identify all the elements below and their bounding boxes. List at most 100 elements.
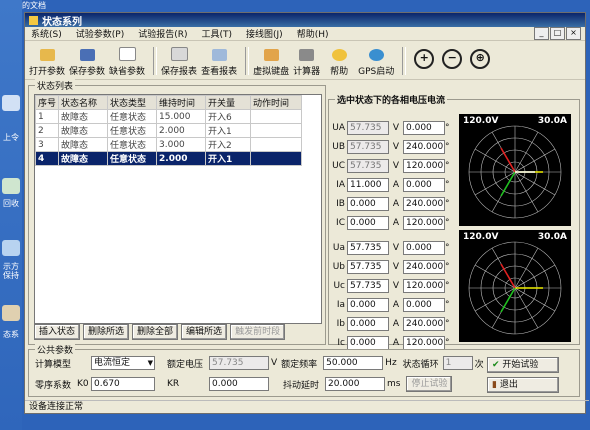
desktop-icon-3[interactable] [2, 240, 20, 256]
zoom-out-icon[interactable]: − [442, 49, 463, 69]
state-table-container: 序号 状态名称 状态类型 维持时间 开关量 动作时间 1 故障态 任意状态 15… [34, 94, 322, 324]
open-params-button[interactable]: 打开参数 [29, 45, 65, 77]
cell-switch: 开入1 [205, 123, 252, 138]
state-buttons: 插入状态 删除所选 删除全部 编辑所选 触发前时段 [34, 324, 286, 340]
angle-unit: ° [445, 199, 450, 209]
menu-bar: 系统(S) 试验参数(P) 试验报告(R) 工具(T) 接线图(J) 帮助(H) [25, 27, 585, 41]
angle-input[interactable]: 240.000 [403, 197, 445, 211]
magnitude-input[interactable]: 0.000 [347, 317, 389, 331]
close-button[interactable]: × [566, 27, 581, 40]
angle-input[interactable]: 120.000 [403, 336, 445, 350]
menu-system[interactable]: 系统(S) [31, 27, 62, 40]
state-table-header: 序号 状态名称 状态类型 维持时间 开关量 动作时间 [34, 95, 303, 110]
magnitude-input[interactable]: 57.735 [347, 121, 389, 135]
help-button[interactable]: 帮助 [330, 45, 348, 77]
kr-input[interactable]: 0.000 [209, 377, 269, 391]
table-row[interactable]: 3 故障态 任意状态 3.000 开入2 [34, 137, 303, 152]
menu-test-report[interactable]: 试验报告(R) [138, 27, 187, 40]
cell-index: 3 [34, 137, 60, 152]
magnitude-input[interactable]: 57.735 [347, 260, 389, 274]
zoom-in-icon[interactable]: + [414, 49, 435, 69]
exit-label: 退出 [499, 380, 518, 390]
desktop-label-1: 上令 [3, 133, 19, 142]
phasor-label: Ub [332, 262, 345, 272]
rated-v-input[interactable]: 57.735 [209, 356, 269, 370]
delete-all-button[interactable]: 删除全部 [132, 324, 179, 340]
cell-action-time [250, 137, 303, 152]
magnitude-input[interactable]: 0.000 [347, 216, 389, 230]
calc-model-select[interactable]: 电流恒定 ▼ [91, 356, 155, 370]
angle-input[interactable]: 0.000 [403, 298, 445, 312]
debounce-input[interactable]: 20.000 [325, 377, 385, 391]
angle-input[interactable]: 0.000 [403, 121, 445, 135]
menu-test-params[interactable]: 试验参数(P) [76, 27, 124, 40]
phasor-label: UB [332, 142, 345, 152]
magnitude-input[interactable]: 0.000 [347, 197, 389, 211]
scale-a-2: 30.0A [537, 232, 567, 242]
k0-input[interactable]: 0.670 [91, 377, 155, 391]
table-row[interactable]: 1 故障态 任意状态 15.000 开入6 [34, 109, 303, 124]
insert-state-button[interactable]: 插入状态 [34, 324, 81, 340]
report-icon [170, 47, 188, 61]
save-params-label: 保存参数 [69, 67, 106, 77]
magnitude-unit: V [392, 243, 400, 253]
phasor-row: IB 0.000 A 240.000 ° [331, 196, 459, 212]
desktop-icon-1[interactable] [2, 95, 20, 111]
loop-input[interactable]: 1 [442, 356, 473, 370]
view-report-button[interactable]: 查看报表 [201, 45, 237, 77]
maximize-button[interactable]: □ [550, 27, 565, 40]
magnitude-input[interactable]: 57.735 [347, 159, 389, 173]
desktop-top-text: 的文档 [22, 1, 46, 10]
virtual-keyboard-button[interactable]: 虚拟键盘 [253, 45, 289, 77]
stop-test-button[interactable]: 停止试验 [406, 376, 453, 392]
menu-help[interactable]: 帮助(H) [297, 27, 329, 40]
angle-input[interactable]: 120.000 [403, 279, 445, 293]
exit-button[interactable]: ▮ 退出 [487, 377, 559, 393]
phasor-label: Ua [332, 243, 345, 253]
rated-f-input[interactable]: 50.000 [323, 356, 384, 370]
magnitude-unit: V [392, 161, 400, 171]
rated-v-unit: V [271, 358, 278, 368]
angle-input[interactable]: 240.000 [403, 140, 445, 154]
angle-input[interactable]: 0.000 [403, 241, 445, 255]
magnitude-input[interactable]: 57.735 [347, 140, 389, 154]
table-row-selected[interactable]: 4 故障态 任意状态 2.000 开入1 [34, 151, 303, 166]
magnitude-input[interactable]: 57.735 [347, 279, 389, 293]
angle-input[interactable]: 120.000 [403, 159, 445, 173]
save-icon [79, 49, 95, 61]
angle-input[interactable]: 240.000 [403, 317, 445, 331]
zoom-fit-icon[interactable]: ⊕ [470, 49, 491, 69]
angle-input[interactable]: 240.000 [403, 260, 445, 274]
pre-trigger-button[interactable]: 触发前时段 [230, 324, 286, 340]
magnitude-input[interactable]: 57.735 [347, 241, 389, 255]
desktop-icon-4[interactable] [2, 305, 20, 321]
menu-wiring[interactable]: 接线图(J) [246, 27, 283, 40]
edit-selected-button[interactable]: 编辑所选 [181, 324, 228, 340]
gps-button[interactable]: GPS启动 [358, 45, 394, 77]
angle-input[interactable]: 120.000 [403, 216, 445, 230]
help-label: 帮助 [330, 67, 349, 77]
angle-unit: ° [445, 281, 450, 291]
cell-name: 故障态 [58, 137, 109, 152]
angle-input[interactable]: 0.000 [403, 178, 445, 192]
start-test-button[interactable]: ✔ 开始试验 [487, 357, 559, 373]
cell-name: 故障态 [58, 109, 109, 124]
save-params-button[interactable]: 保存参数 [69, 45, 105, 77]
debounce-label: 抖动延时 [283, 380, 320, 391]
phasor-label: IA [336, 180, 345, 190]
recycle-bin-icon[interactable] [2, 178, 20, 194]
minimize-button[interactable]: _ [534, 27, 549, 40]
save-report-button[interactable]: 保存报表 [161, 45, 197, 77]
calculator-button[interactable]: 计算器 [293, 45, 320, 77]
delete-selected-button[interactable]: 删除所选 [83, 324, 130, 340]
magnitude-input[interactable]: 0.000 [347, 298, 389, 312]
angle-unit: ° [445, 319, 450, 329]
magnitude-input[interactable]: 11.000 [347, 178, 389, 192]
phasor-ub2-line [500, 287, 516, 313]
table-row[interactable]: 2 故障态 任意状态 2.000 开入1 [34, 123, 303, 138]
default-params-button[interactable]: 缺省参数 [109, 45, 145, 77]
toolbar: 打开参数 保存参数 缺省参数 保存报表 查看报表 虚拟键盘 计算器 帮助 GPS… [25, 41, 585, 80]
start-test-label: 开始试验 [502, 360, 539, 370]
magnitude-input[interactable]: 0.000 [347, 336, 389, 350]
menu-tools[interactable]: 工具(T) [201, 27, 232, 40]
